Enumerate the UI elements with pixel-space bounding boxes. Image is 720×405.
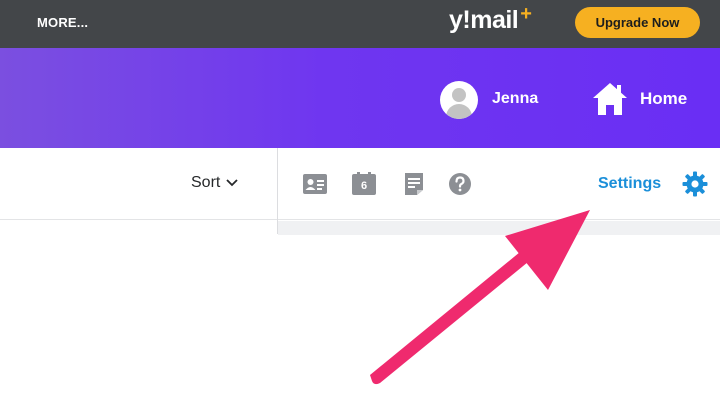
top-bar: MORE... y!mail + Upgrade Now [0,0,720,48]
notepad-icon[interactable] [401,172,427,196]
ymail-plus-mark: + [520,3,532,25]
sort-button[interactable]: Sort [191,174,238,192]
contacts-icon[interactable] [302,172,328,196]
gear-icon[interactable] [682,171,708,197]
toolbar: Sort 6 Settings [0,148,720,234]
home-label: Home [640,89,688,108]
ymail-logo[interactable]: y!mail + [449,3,532,40]
calendar-icon[interactable]: 6 [351,172,377,196]
sort-label: Sort [191,174,221,191]
avatar[interactable] [440,81,478,119]
ymail-logo-text: y!mail [449,6,519,34]
home-link[interactable]: Home [592,81,687,117]
avatar-head-shape [452,88,466,102]
user-name[interactable]: Jenna [492,90,538,108]
calendar-day-number: 6 [360,180,368,192]
home-icon [593,83,627,115]
settings-link[interactable]: Settings [598,175,661,193]
avatar-body-shape [446,104,472,119]
chevron-down-icon [226,179,238,187]
help-icon[interactable] [447,172,473,196]
more-link[interactable]: MORE... [37,15,88,30]
content-header-strip [278,221,720,235]
header-banner: Jenna Home [0,48,720,148]
upgrade-now-button[interactable]: Upgrade Now [575,7,700,38]
